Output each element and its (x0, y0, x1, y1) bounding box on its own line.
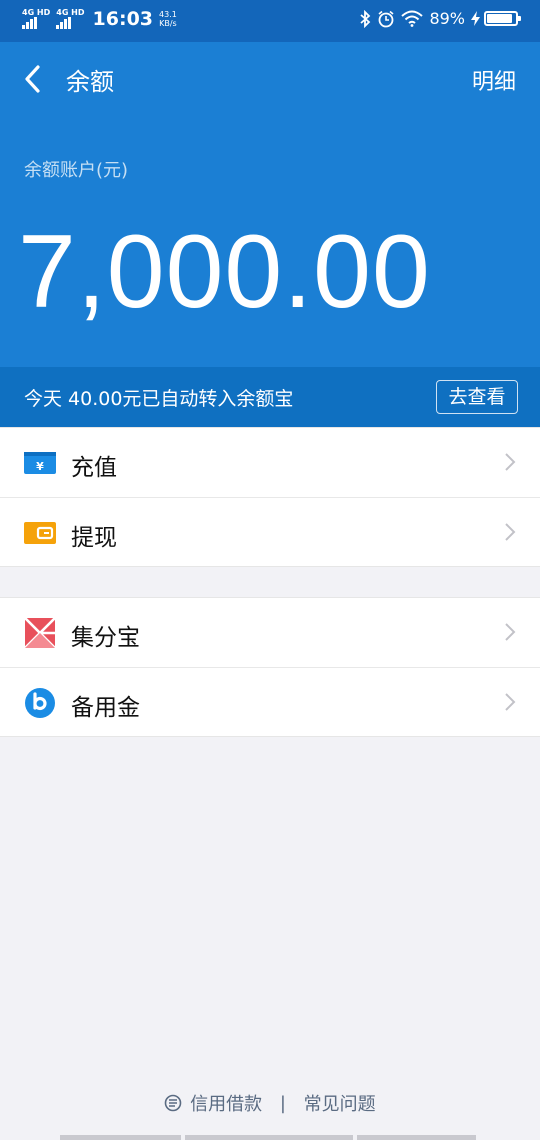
chevron-right-icon (505, 523, 516, 541)
footer-separator: | (279, 1092, 286, 1114)
credit-loan-icon (165, 1094, 182, 1112)
view-button[interactable]: 去查看 (436, 380, 518, 414)
menu-item-jifenbao[interactable]: 集分宝 (0, 598, 540, 667)
chevron-right-icon (505, 453, 516, 471)
network-speed: 43.1 KB/s (159, 10, 177, 28)
network-speed-unit: KB/s (159, 19, 177, 28)
chevron-left-icon[interactable] (22, 64, 44, 94)
status-bar: 4G HD 4G HD 16:03 43.1 KB/s 89% (0, 0, 540, 42)
network-speed-value: 43.1 (159, 10, 177, 19)
detail-button[interactable]: 明细 (472, 64, 516, 96)
menu-item-label: 充值 (71, 455, 117, 481)
wifi-icon (401, 10, 424, 27)
menu-item-label: 集分宝 (71, 625, 140, 651)
sim1-signal-icon: 4G HD (22, 9, 50, 29)
charging-icon (471, 11, 480, 26)
balance-header: 余额 明细 余额账户(元) 7,000.00 (0, 42, 540, 367)
status-right: 89% (353, 9, 521, 28)
menu-group-1: ¥ 充值 提现 (0, 427, 540, 567)
recharge-card-icon: ¥ (24, 452, 56, 474)
menu-group-2: 集分宝 备用金 (0, 597, 540, 737)
bluetooth-icon (360, 9, 371, 28)
credit-loan-link[interactable]: 信用借款 (190, 1094, 262, 1115)
balance-account-label: 余额账户(元) (24, 160, 129, 181)
faq-link[interactable]: 常见问题 (304, 1094, 376, 1115)
footer-links: 信用借款 | 常见问题 (0, 1090, 540, 1116)
notice-text: 今天 40.00元已自动转入余额宝 (24, 388, 294, 410)
chevron-right-icon (505, 623, 516, 641)
wallet-icon (24, 522, 56, 544)
menu-item-label: 提现 (71, 525, 117, 551)
status-time: 16:03 (92, 8, 154, 30)
gesture-bar (60, 1135, 480, 1140)
menu-item-recharge[interactable]: ¥ 充值 (0, 428, 540, 497)
battery-percent: 89% (429, 9, 465, 28)
auto-transfer-notice: 今天 40.00元已自动转入余额宝 去查看 (0, 367, 540, 427)
status-left: 4G HD 4G HD 16:03 43.1 KB/s (22, 8, 177, 30)
chevron-right-icon (505, 693, 516, 711)
jifenbao-icon (24, 618, 56, 648)
menu-item-withdraw[interactable]: 提现 (0, 497, 540, 566)
alarm-icon (378, 10, 394, 27)
sim1-label: 4G HD (22, 8, 51, 17)
sim2-signal-icon: 4G HD (56, 8, 85, 29)
svg-text:¥: ¥ (36, 460, 44, 473)
beiyongjin-icon (25, 688, 55, 718)
sim2-label: 4G HD (56, 8, 85, 17)
battery-icon (484, 11, 521, 26)
page-title: 余额 (66, 68, 114, 96)
balance-amount: 7,000.00 (18, 214, 431, 330)
menu-item-beiyongjin[interactable]: 备用金 (0, 667, 540, 736)
battery-fill (487, 14, 512, 23)
menu-item-label: 备用金 (71, 695, 140, 721)
